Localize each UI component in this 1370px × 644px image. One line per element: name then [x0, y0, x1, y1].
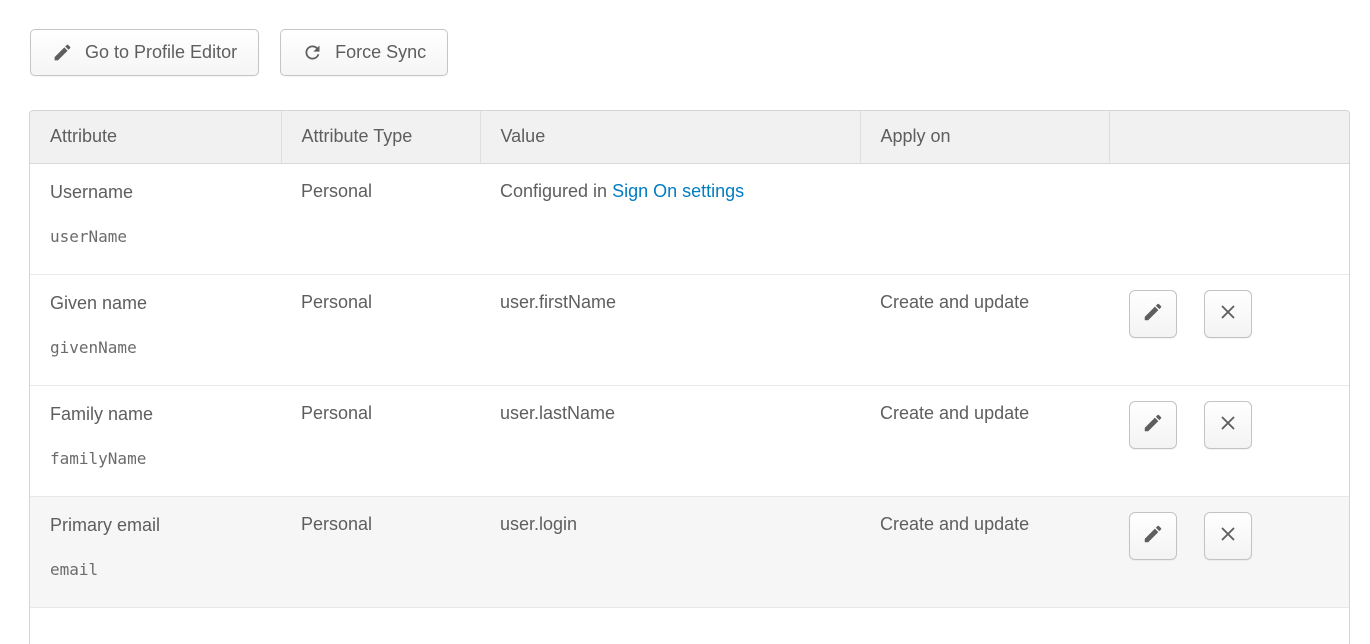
- table-row-primary-email: Primary email email Personal user.login …: [30, 496, 1349, 607]
- cell-attribute-type: Personal: [281, 163, 480, 274]
- sign-on-settings-link[interactable]: Sign On settings: [612, 181, 744, 201]
- go-to-profile-editor-button[interactable]: Go to Profile Editor: [30, 29, 259, 76]
- attribute-type-value: Personal: [301, 292, 372, 312]
- edit-attribute-button[interactable]: [1129, 401, 1177, 449]
- cell-attribute-type: Personal: [281, 385, 480, 496]
- cell-apply-on: Create and update: [860, 496, 1109, 607]
- cell-value: Configured in Sign On settings: [480, 163, 860, 274]
- cell-apply-on: Create and update: [860, 274, 1109, 385]
- attribute-variable-name: email: [50, 560, 271, 579]
- remove-attribute-button[interactable]: [1204, 401, 1252, 449]
- force-sync-button[interactable]: Force Sync: [280, 29, 448, 76]
- cell-attribute-type: Personal: [281, 274, 480, 385]
- edit-attribute-button[interactable]: [1129, 512, 1177, 560]
- refresh-icon: [302, 42, 323, 63]
- force-sync-label: Force Sync: [335, 42, 426, 63]
- x-icon: [1217, 412, 1239, 437]
- column-header-value: Value: [480, 111, 860, 163]
- x-icon: [1217, 523, 1239, 548]
- pencil-icon: [52, 42, 73, 63]
- column-header-attribute-type: Attribute Type: [281, 111, 480, 163]
- attribute-label: Given name: [50, 292, 271, 314]
- value-expression: user.lastName: [500, 403, 615, 423]
- value-prefix-text: Configured in: [500, 181, 612, 201]
- attribute-variable-name: userName: [50, 227, 271, 246]
- value-expression: user.firstName: [500, 292, 616, 312]
- pencil-icon: [1142, 301, 1164, 326]
- cell-value: user.lastName: [480, 385, 860, 496]
- cell-attribute: Primary email email: [30, 496, 281, 607]
- cell-value: user.firstName: [480, 274, 860, 385]
- pencil-icon: [1142, 412, 1164, 437]
- x-icon: [1217, 301, 1239, 326]
- cell-value: user.login: [480, 496, 860, 607]
- attribute-variable-name: givenName: [50, 338, 271, 357]
- column-header-actions: [1109, 111, 1349, 163]
- cell-apply-on: [860, 163, 1109, 274]
- table-row-given-name: Given name givenName Personal user.first…: [30, 274, 1349, 385]
- empty-cell: [30, 607, 1349, 644]
- cell-actions: [1109, 496, 1349, 607]
- cell-attribute: Username userName: [30, 163, 281, 274]
- column-header-apply-on: Apply on: [860, 111, 1109, 163]
- attribute-label: Family name: [50, 403, 271, 425]
- attribute-type-value: Personal: [301, 181, 372, 201]
- edit-attribute-button[interactable]: [1129, 290, 1177, 338]
- table-row-family-name: Family name familyName Personal user.las…: [30, 385, 1349, 496]
- attribute-mappings-table: Attribute Attribute Type Value Apply on …: [29, 110, 1350, 644]
- cell-attribute: Given name givenName: [30, 274, 281, 385]
- go-to-profile-editor-label: Go to Profile Editor: [85, 42, 237, 63]
- attribute-type-value: Personal: [301, 514, 372, 534]
- value-expression: user.login: [500, 514, 577, 534]
- cell-actions: [1109, 274, 1349, 385]
- cell-actions: [1109, 385, 1349, 496]
- remove-attribute-button[interactable]: [1204, 512, 1252, 560]
- table-row-username: Username userName Personal Configured in…: [30, 163, 1349, 274]
- pencil-icon: [1142, 523, 1164, 548]
- cell-attribute: Family name familyName: [30, 385, 281, 496]
- cell-actions: [1109, 163, 1349, 274]
- attribute-variable-name: familyName: [50, 449, 271, 468]
- toolbar: Go to Profile Editor Force Sync: [30, 29, 448, 76]
- cell-attribute-type: Personal: [281, 496, 480, 607]
- remove-attribute-button[interactable]: [1204, 290, 1252, 338]
- attribute-label: Primary email: [50, 514, 271, 536]
- attribute-label: Username: [50, 181, 271, 203]
- table-header-row: Attribute Attribute Type Value Apply on: [30, 111, 1349, 163]
- column-header-attribute: Attribute: [30, 111, 281, 163]
- table-row-partial: [30, 607, 1349, 644]
- attribute-type-value: Personal: [301, 403, 372, 423]
- cell-apply-on: Create and update: [860, 385, 1109, 496]
